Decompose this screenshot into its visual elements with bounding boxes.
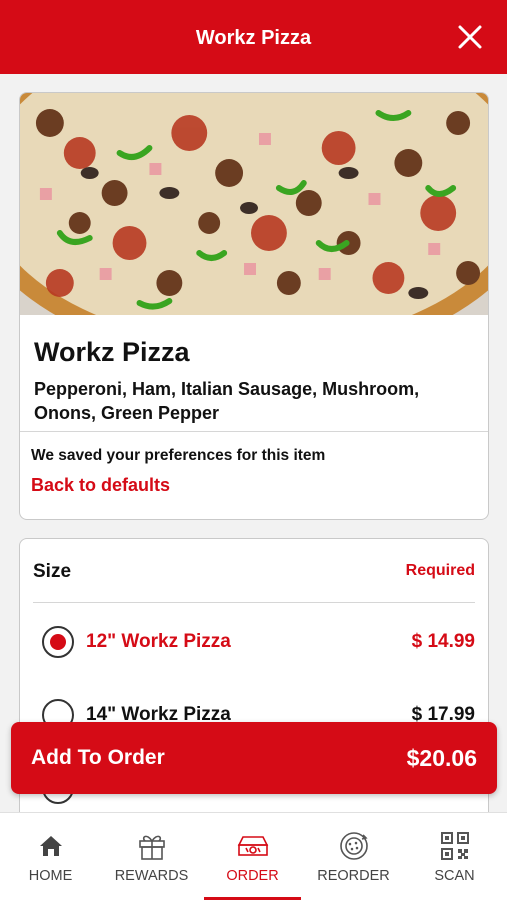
close-button[interactable] <box>457 24 483 50</box>
add-to-order-button[interactable]: Add To Order $20.06 <box>11 722 497 794</box>
nav-rewards[interactable]: REWARDS <box>101 813 202 900</box>
divider <box>20 431 488 432</box>
qr-code-icon <box>438 829 472 863</box>
preferences-notice: We saved your preferences for this item <box>31 447 326 464</box>
add-to-order-label: Add To Order <box>31 746 165 769</box>
nav-order[interactable]: ORDER <box>202 813 303 900</box>
nav-label: REWARDS <box>114 868 189 884</box>
nav-label: SCAN <box>434 868 475 884</box>
divider <box>33 602 475 603</box>
pizza-box-icon <box>236 829 270 863</box>
size-option-price: $ 14.99 <box>411 631 475 652</box>
size-heading: Size <box>33 561 72 582</box>
nav-scan[interactable]: SCAN <box>404 813 505 900</box>
order-total: $20.06 <box>406 745 477 771</box>
radio-button-selected[interactable] <box>42 626 74 658</box>
size-option-name: 12" Workz Pizza <box>86 631 231 652</box>
item-description: Pepperoni, Ham, Italian Sausage, Mushroo… <box>34 379 420 423</box>
nav-label: HOME <box>28 868 73 884</box>
nav-reorder[interactable]: REORDER <box>303 813 404 900</box>
pizza-image <box>20 93 488 315</box>
nav-label: REORDER <box>317 868 390 884</box>
nav-label: ORDER <box>226 868 279 884</box>
home-icon <box>34 829 68 863</box>
back-to-defaults-link[interactable]: Back to defaults <box>31 475 170 496</box>
size-option-12[interactable]: 12" Workz Pizza $ 14.99 <box>20 621 488 661</box>
item-card: Workz Pizza Pepperoni, Ham, Italian Saus… <box>19 92 489 520</box>
close-icon <box>458 25 482 49</box>
reorder-icon <box>337 829 371 863</box>
app-header: Workz Pizza <box>0 0 507 74</box>
page-title: Workz Pizza <box>195 27 312 49</box>
nav-home[interactable]: HOME <box>0 813 101 900</box>
gift-icon <box>135 829 169 863</box>
bottom-nav: HOME REWARDS ORDER REORDER SCAN <box>0 812 507 900</box>
item-name: Workz Pizza <box>34 337 190 367</box>
required-badge: Required <box>405 562 475 579</box>
